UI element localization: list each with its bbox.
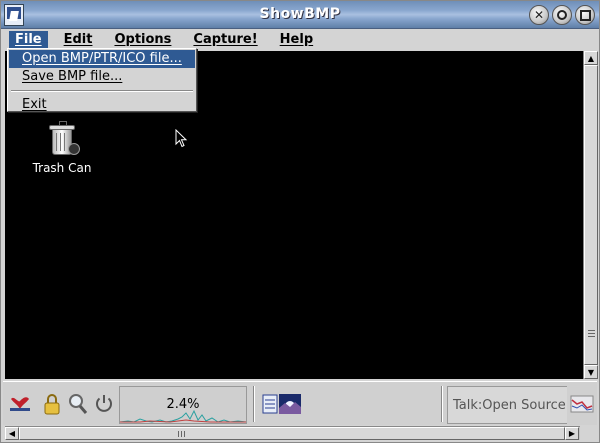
menu-help[interactable]: Help (274, 31, 319, 48)
power-icon[interactable] (91, 390, 117, 418)
talk-ticker-text: Talk:Open Source Ca (453, 398, 567, 413)
close-icon: ✕ (533, 8, 545, 22)
menu-item-save-file[interactable]: Save BMP file... (9, 68, 195, 86)
title-bar[interactable]: ShowBMP ✕ (1, 1, 599, 29)
desktop-icon-label: Trash Can (32, 161, 92, 175)
window-title: ShowBMP (259, 6, 341, 22)
window-controls: ✕ (529, 5, 595, 25)
menu-separator (11, 90, 193, 92)
maximize-button[interactable] (575, 5, 595, 25)
scroll-left-button[interactable]: ◀ (5, 427, 19, 440)
scroll-up-button[interactable]: ▲ (584, 51, 598, 65)
horizontal-scrollbar[interactable]: ◀ ▶ (5, 426, 580, 440)
arrow-down-icon: ▼ (587, 367, 595, 377)
menu-capture[interactable]: Capture! (187, 31, 263, 48)
xfce-logo-icon[interactable] (7, 390, 33, 418)
desktop-icon-trash-can[interactable]: Trash Can (27, 119, 97, 175)
menu-file[interactable]: File (9, 30, 48, 48)
menu-edit[interactable]: Edit (58, 31, 99, 48)
minimize-button[interactable] (552, 5, 572, 25)
menu-item-exit[interactable]: Exit (9, 96, 195, 114)
scroll-right-button[interactable]: ▶ (565, 427, 579, 440)
menu-item-open-file[interactable]: Open BMP/PTR/ICO file... (9, 50, 195, 68)
arrow-right-icon: ▶ (568, 429, 576, 438)
vertical-scrollbar[interactable]: ▲ ▼ (583, 51, 598, 379)
menu-bar: File Edit Options Capture! Help (1, 29, 599, 49)
lock-icon[interactable] (39, 390, 65, 418)
magnifier-icon[interactable] (65, 390, 91, 418)
chart-applet-icon[interactable] (567, 390, 597, 418)
arrow-up-icon: ▲ (587, 53, 595, 63)
trash-can-icon (42, 119, 82, 159)
horizontal-scroll-thumb[interactable] (19, 427, 565, 440)
cpu-load-monitor[interactable]: 2.4% (119, 386, 247, 424)
menu-options[interactable]: Options (108, 31, 177, 48)
showbmp-task-icon[interactable] (277, 390, 303, 418)
cpu-graph-icon (120, 409, 246, 423)
scroll-down-button[interactable]: ▼ (584, 365, 598, 379)
showbmp-window: ShowBMP ✕ File Edit Options Capture! Hel… (0, 0, 600, 443)
desktop-panel: 2.4% Talk:Open Source Ca (3, 381, 597, 425)
arrow-left-icon: ◀ (8, 429, 16, 438)
file-menu-dropdown: Open BMP/PTR/ICO file... Save BMP file..… (7, 48, 197, 112)
talk-ticker[interactable]: Talk:Open Source Ca (447, 386, 567, 424)
mouse-pointer-icon (175, 129, 188, 148)
close-button[interactable]: ✕ (529, 5, 549, 25)
vertical-scroll-thumb[interactable] (584, 65, 598, 365)
